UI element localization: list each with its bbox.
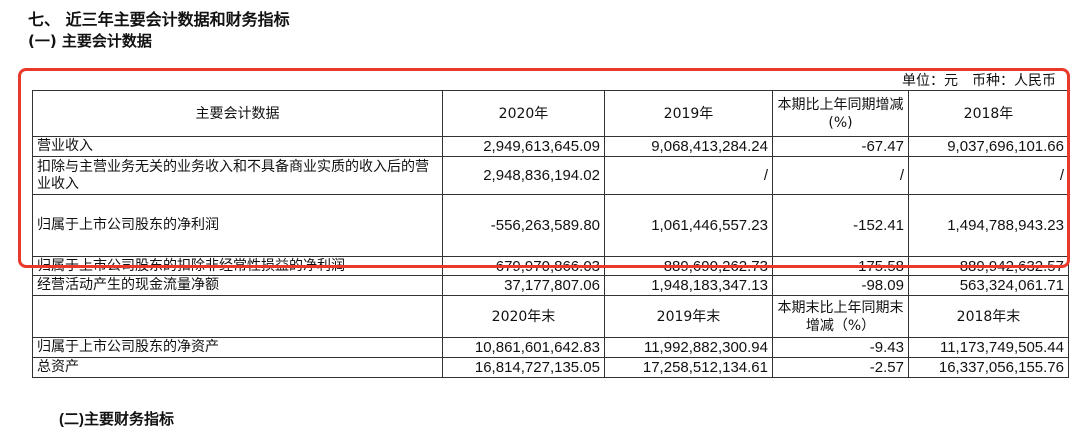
value-cell: 1,494,788,943.23 <box>908 194 1069 257</box>
value-cell: 17,258,512,134.61 <box>604 357 773 378</box>
value-cell: 37,177,807.06 <box>442 275 605 296</box>
value-cell: 16,337,056,155.76 <box>908 357 1069 378</box>
table-row: 归属于上市公司股东的扣除非经常性损益的净利润 -679,970,866.03 8… <box>32 256 1069 276</box>
value-cell: -9.43 <box>772 337 909 358</box>
value-cell: / <box>772 156 909 195</box>
value-cell: 10,861,601,642.83 <box>442 337 605 358</box>
header-cell: 2019年末 <box>604 295 773 338</box>
header-cell <box>32 295 443 338</box>
table-header-row-period-end: 2020年末 2019年末 本期末比上年同期末增减（%） 2018年末 <box>32 295 1069 338</box>
value-cell: 11,173,749,505.44 <box>908 337 1069 358</box>
header-cell: 2020年末 <box>442 295 605 338</box>
value-cell: 563,324,061.71 <box>908 275 1069 296</box>
subsection-heading-financial-indicators: (二)主要财务指标 <box>28 408 174 429</box>
table-row: 营业收入 2,949,613,645.09 9,068,413,284.24 -… <box>32 136 1069 157</box>
value-cell: 2,948,836,194.02 <box>442 156 605 195</box>
subsection-heading-accounting-data: (一) 主要会计数据 <box>28 32 152 50</box>
header-cell: 本期末比上年同期末增减（%） <box>772 295 909 338</box>
value-cell: 889,942,632.57 <box>908 256 1069 276</box>
row-label: 归属于上市公司股东的扣除非经常性损益的净利润 <box>32 256 443 276</box>
table-row: 归属于上市公司股东的净利润 -556,263,589.80 1,061,446,… <box>32 194 1069 257</box>
row-label: 归属于上市公司股东的净资产 <box>32 337 443 358</box>
value-cell: 9,068,413,284.24 <box>604 136 773 157</box>
header-cell: 主要会计数据 <box>32 90 443 137</box>
row-label: 扣除与主营业务无关的业务收入和不具备商业实质的收入后的营业收入 <box>32 156 443 195</box>
value-cell: -175.58 <box>772 256 909 276</box>
row-label: 营业收入 <box>32 136 443 157</box>
value-cell: 1,061,446,557.23 <box>604 194 773 257</box>
value-cell: 1,948,183,347.13 <box>604 275 773 296</box>
value-cell: -556,263,589.80 <box>442 194 605 257</box>
table-row: 经营活动产生的现金流量净额 37,177,807.06 1,948,183,34… <box>32 275 1069 296</box>
value-cell: 2,949,613,645.09 <box>442 136 605 157</box>
accounting-data-table: 主要会计数据 2020年 2019年 本期比上年同期增减(%) 2018年 营业… <box>32 90 1069 378</box>
value-cell: -67.47 <box>772 136 909 157</box>
row-label: 经营活动产生的现金流量净额 <box>32 275 443 296</box>
value-cell: -152.41 <box>772 194 909 257</box>
table-header-row: 主要会计数据 2020年 2019年 本期比上年同期增减(%) 2018年 <box>32 90 1069 137</box>
header-cell: 2020年 <box>442 90 605 137</box>
value-cell: / <box>908 156 1069 195</box>
table-row: 归属于上市公司股东的净资产 10,861,601,642.83 11,992,8… <box>32 337 1069 358</box>
value-cell: / <box>604 156 773 195</box>
unit-currency-note: 单位：元 币种：人民币 <box>902 73 1056 89</box>
value-cell: -679,970,866.03 <box>442 256 605 276</box>
header-cell: 本期比上年同期增减(%) <box>772 90 909 137</box>
header-cell: 2018年末 <box>908 295 1069 338</box>
value-cell: -98.09 <box>772 275 909 296</box>
row-label: 总资产 <box>32 357 443 378</box>
value-cell: 11,992,882,300.94 <box>604 337 773 358</box>
table-row: 扣除与主营业务无关的业务收入和不具备商业实质的收入后的营业收入 2,948,83… <box>32 156 1069 195</box>
row-label: 归属于上市公司股东的净利润 <box>32 194 443 257</box>
value-cell: 16,814,727,135.05 <box>442 357 605 378</box>
table-row: 总资产 16,814,727,135.05 17,258,512,134.61 … <box>32 357 1069 378</box>
subsection-title: 主要财务指标 <box>84 410 175 428</box>
section-heading: 七、 近三年主要会计数据和财务指标 <box>28 10 290 29</box>
value-cell: 889,690,262.73 <box>604 256 773 276</box>
value-cell: -2.57 <box>772 357 909 378</box>
value-cell: 9,037,696,101.66 <box>908 136 1069 157</box>
header-cell: 2019年 <box>604 90 773 137</box>
subsection-number: (二) <box>59 411 84 428</box>
header-cell: 2018年 <box>908 90 1069 137</box>
